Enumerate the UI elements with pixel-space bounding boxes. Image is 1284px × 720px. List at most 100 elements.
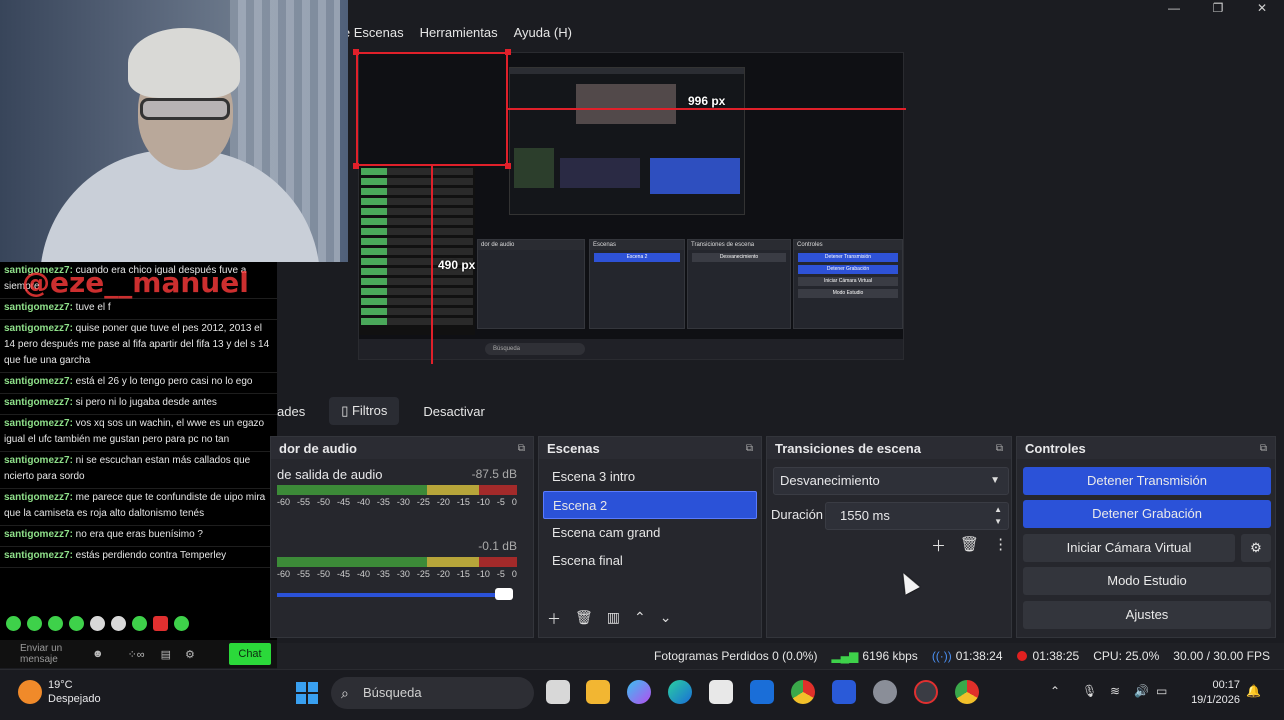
battery-icon[interactable]: ▭	[1156, 684, 1167, 698]
obs-icon[interactable]	[914, 680, 938, 704]
chat-message: santigomezz7: estás perdiendo contra Tem…	[0, 547, 277, 568]
emote-icon[interactable]	[6, 616, 21, 631]
undock-icon[interactable]: ⧉	[518, 443, 525, 454]
resize-handle[interactable]	[353, 163, 359, 169]
chat-message: santigomezz7: vos xq sos un wachin, el w…	[0, 415, 277, 452]
emote-icon[interactable]	[132, 616, 147, 631]
emote-icon[interactable]	[27, 616, 42, 631]
taskbar-search[interactable]: ⌕ Búsqueda	[331, 677, 534, 709]
audio-mixer-title: dor de audio	[279, 440, 357, 456]
chevron-down-icon[interactable]: ⌄	[660, 609, 672, 629]
scene-item[interactable]: Escena 3 intro	[543, 463, 757, 491]
filters-button[interactable]: ▯ Filtros	[329, 397, 400, 425]
audio-mixer-dock: dor de audio ⧉ de salida de audio -87.5 d…	[270, 436, 534, 638]
resize-handle[interactable]	[505, 163, 511, 169]
meter-tick-label: 0	[511, 569, 517, 579]
emote-icon[interactable]	[111, 616, 126, 631]
record-dot-icon	[1016, 651, 1027, 661]
gift-icon[interactable]: ▤	[161, 648, 171, 661]
task-view-icon[interactable]	[546, 680, 570, 704]
weather-widget[interactable]: 19°C Despejado	[18, 678, 101, 706]
virtual-camera-settings-button[interactable]: ⚙	[1241, 534, 1271, 562]
transition-select[interactable]: Desvanecimiento ▼	[773, 467, 1009, 495]
chat-message: santigomezz7: quise poner que tuve el pe…	[0, 320, 277, 373]
undock-icon[interactable]: ⧉	[1260, 443, 1267, 454]
menu-ayuda[interactable]: Ayuda (H)	[514, 25, 572, 40]
add-icon[interactable]: ＋	[547, 609, 561, 629]
settings-button[interactable]: Ajustes	[1023, 601, 1271, 629]
chrome-icon[interactable]	[955, 680, 979, 704]
edge-icon[interactable]	[668, 680, 692, 704]
chat-message: santigomezz7: me parece que te confundis…	[0, 489, 277, 526]
clock[interactable]: 00:17 19/1/2026	[1191, 678, 1240, 708]
emoji-icon[interactable]: ☻	[92, 648, 104, 660]
scene-item[interactable]: Escena cam grand	[543, 519, 757, 547]
microphone-icon[interactable]: 🎙	[1082, 684, 1097, 698]
properties-button[interactable]: ades	[277, 398, 317, 425]
file-explorer-icon[interactable]	[586, 680, 610, 704]
scene-filter-icon[interactable]: ▥	[607, 609, 620, 629]
meter-tick-label: -35	[376, 569, 390, 579]
chevron-up-icon[interactable]: ⌃	[1050, 684, 1060, 698]
chat-input[interactable]: Enviar un mensaje	[4, 643, 74, 665]
deactivate-button[interactable]: Desactivar	[411, 398, 496, 425]
duration-input[interactable]: 1550 ms ▲ ▼	[825, 502, 1009, 530]
stepper-icon[interactable]: ▲ ▼	[994, 504, 1002, 528]
add-icon[interactable]: ＋	[931, 535, 946, 556]
undock-icon[interactable]: ⧉	[746, 443, 753, 454]
meter-tick-label: -50	[316, 497, 330, 507]
store-icon[interactable]	[709, 680, 733, 704]
gear-icon[interactable]: ⚙	[185, 648, 195, 661]
outlook-icon[interactable]	[750, 680, 774, 704]
meter-tick-label: -15	[456, 497, 470, 507]
minimize-button[interactable]: —	[1152, 0, 1196, 18]
menu-escenas[interactable]: le Escenas	[340, 25, 404, 40]
emote-icon[interactable]	[90, 616, 105, 631]
windows-start-icon[interactable]	[296, 682, 318, 704]
virtual-camera-button[interactable]: Iniciar Cámara Virtual	[1023, 534, 1235, 562]
notification-bell-icon[interactable]: 🔔	[1246, 684, 1261, 698]
maximize-button[interactable]: ❐	[1196, 0, 1240, 18]
resize-handle[interactable]	[505, 49, 511, 55]
close-button[interactable]: ✕	[1240, 0, 1284, 18]
mini-search: Búsqueda	[485, 343, 585, 355]
emote-icon[interactable]	[153, 616, 168, 631]
meter-tick-label: -5	[496, 497, 505, 507]
copilot-icon[interactable]	[627, 680, 651, 704]
speaker-icon[interactable]: 🔊	[1134, 684, 1149, 698]
trash-icon[interactable]: 🗑	[960, 535, 979, 556]
emote-icon[interactable]	[69, 616, 84, 631]
chrome-icon[interactable]	[791, 680, 815, 704]
weather-status: Despejado	[48, 693, 101, 705]
meter-tick-label: -5	[496, 569, 505, 579]
emote-icon[interactable]	[174, 616, 189, 631]
mini-dock-controls: Controles Detener Transmisión Detener Gr…	[793, 239, 903, 329]
meter-tick-label: -15	[456, 569, 470, 579]
chat-send-button[interactable]: Chat	[229, 643, 271, 665]
meter-tick-label: -55	[296, 497, 310, 507]
more-icon[interactable]: ⋮	[993, 535, 1008, 556]
settings-app-icon[interactable]	[873, 680, 897, 704]
emote-icon[interactable]	[48, 616, 63, 631]
stop-record-button[interactable]: Detener Grabación	[1023, 500, 1271, 528]
chevron-up-icon[interactable]: ⌃	[634, 609, 646, 629]
resize-handle[interactable]	[353, 49, 359, 55]
trash-icon[interactable]: 🗑	[575, 609, 593, 629]
webcam-feed	[0, 0, 348, 262]
volume-slider[interactable]	[277, 593, 513, 597]
scene-item[interactable]: Escena final	[543, 547, 757, 575]
scenes-title: Escenas	[547, 440, 600, 456]
studio-mode-button[interactable]: Modo Estudio	[1023, 567, 1271, 595]
menu-bar: le Escenas Herramientas Ayuda (H)	[340, 20, 572, 44]
bits-icon[interactable]: ⁘∞	[128, 648, 145, 661]
stop-stream-button[interactable]: Detener Transmisión	[1023, 467, 1271, 495]
word-icon[interactable]	[832, 680, 856, 704]
selected-source-box[interactable]	[356, 52, 508, 166]
scene-item[interactable]: Escena 2	[543, 491, 757, 519]
wifi-icon[interactable]: ≋	[1110, 684, 1120, 698]
channel-db: -87.5 dB	[471, 467, 517, 481]
status-bar: Fotogramas Perdidos 0 (0.0%) ▂▄▆ 6196 kbp…	[277, 643, 1284, 669]
volume-slider-handle[interactable]	[495, 588, 513, 600]
undock-icon[interactable]: ⧉	[996, 443, 1003, 454]
menu-herramientas[interactable]: Herramientas	[420, 25, 498, 40]
